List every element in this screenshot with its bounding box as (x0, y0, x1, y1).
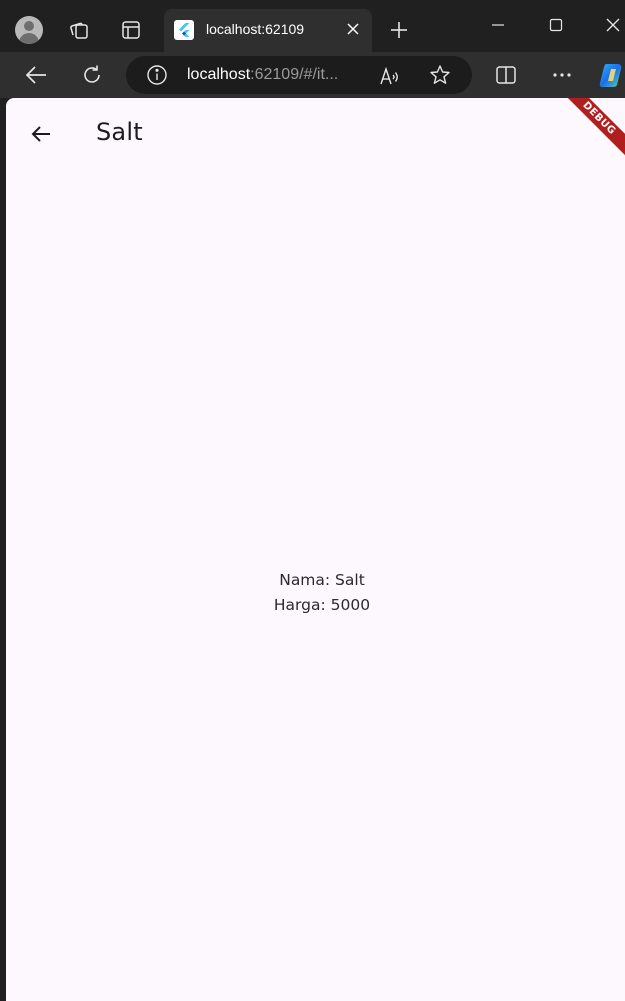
more-icon[interactable] (550, 63, 574, 87)
minimize-icon[interactable] (486, 13, 510, 37)
workspaces-icon[interactable] (67, 18, 91, 42)
read-aloud-icon[interactable] (379, 65, 401, 87)
tab-close-icon[interactable] (344, 20, 362, 38)
site-info-icon[interactable] (146, 64, 168, 86)
profile-avatar-icon[interactable] (15, 16, 43, 44)
favorite-star-icon[interactable] (429, 64, 451, 86)
refresh-icon[interactable] (79, 63, 105, 87)
item-name: Nama: Salt (279, 571, 365, 589)
maximize-icon[interactable] (544, 13, 568, 37)
item-details: Nama: Salt Harga: 5000 (6, 568, 625, 618)
tab-title: localhost:62109 (206, 21, 305, 37)
address-url[interactable]: localhost:62109/#/it... (187, 66, 338, 84)
page-title: Salt (96, 118, 143, 146)
back-icon[interactable] (23, 63, 49, 87)
browser-tab[interactable]: localhost:62109 (164, 9, 372, 52)
arrow-back-icon[interactable] (24, 117, 58, 151)
address-bar[interactable]: localhost:62109/#/it... (126, 56, 472, 94)
url-path: :62109/#/it... (250, 66, 339, 83)
url-host: localhost (187, 66, 251, 83)
browser-titlebar: localhost:62109 (0, 0, 625, 52)
copilot-icon[interactable] (599, 61, 625, 89)
flutter-favicon (174, 20, 194, 40)
tab-actions-icon[interactable] (119, 18, 143, 42)
new-tab-icon[interactable] (386, 17, 412, 43)
app-bar: Salt (6, 98, 625, 168)
app-page: Salt Nama: Salt Harga: 5000 DEBUG (6, 98, 625, 1001)
item-price: Harga: 5000 (273, 596, 371, 614)
window-close-icon[interactable] (601, 13, 625, 37)
split-screen-icon[interactable] (494, 63, 518, 87)
browser-toolbar: localhost:62109/#/it... (0, 52, 625, 98)
